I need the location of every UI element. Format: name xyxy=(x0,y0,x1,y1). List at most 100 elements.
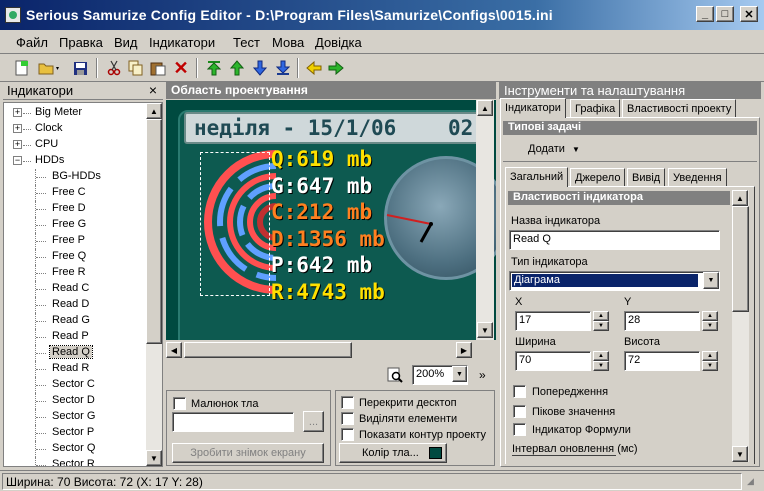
menu-view[interactable]: Вид xyxy=(114,35,138,50)
tree-item[interactable]: Sector R xyxy=(4,457,144,466)
tree-item[interactable]: Free P xyxy=(4,233,144,249)
canvas-vscroll[interactable]: ▲ ▼ xyxy=(476,100,494,340)
width-input[interactable]: 70 xyxy=(515,351,591,371)
tree-item[interactable]: Free R xyxy=(4,265,144,281)
tab-input[interactable]: Уведення xyxy=(668,168,727,187)
tree-item[interactable]: + Clock xyxy=(4,121,144,137)
move-top-icon[interactable] xyxy=(204,58,224,78)
tree-item[interactable]: Sector Q xyxy=(4,441,144,457)
tree-item[interactable]: Sector C xyxy=(4,377,144,393)
menu-file[interactable]: Файл xyxy=(16,35,48,50)
back-icon[interactable] xyxy=(304,58,324,78)
tree-item[interactable]: Sector P xyxy=(4,425,144,441)
expand-icon[interactable]: + xyxy=(13,108,22,117)
y-stepper[interactable]: ▲ ▼ xyxy=(702,311,718,331)
move-down-icon[interactable] xyxy=(250,58,270,78)
tab-general[interactable]: Загальний xyxy=(505,167,569,187)
tree-item[interactable]: Read Q xyxy=(4,345,144,361)
width-stepper[interactable]: ▲ ▼ xyxy=(593,351,609,371)
menu-indicators[interactable]: Індикатори xyxy=(149,35,215,50)
scroll-thumb[interactable] xyxy=(732,206,749,312)
tree-item[interactable]: Free G xyxy=(4,217,144,233)
design-canvas[interactable]: неділя - 15/1/06 02 Q:619 mb G:647 mb C:21… xyxy=(166,100,496,360)
expand-icon[interactable]: + xyxy=(13,124,22,133)
x-stepper[interactable]: ▲ ▼ xyxy=(593,311,609,331)
tree-item[interactable]: − HDDs xyxy=(4,153,144,169)
tree-item[interactable]: Free Q xyxy=(4,249,144,265)
y-input[interactable]: 28 xyxy=(624,311,700,331)
close-button[interactable]: ✕ xyxy=(740,6,758,22)
tree-item[interactable]: Read G xyxy=(4,313,144,329)
canvas-hscroll[interactable]: ◀ ▶ xyxy=(166,340,496,360)
tree-item[interactable]: Read P xyxy=(4,329,144,345)
tab-indicators[interactable]: Індикатори xyxy=(500,98,566,118)
chevron-down-icon[interactable]: ▼ xyxy=(703,272,719,289)
scroll-right-icon[interactable]: ▶ xyxy=(456,342,472,358)
move-up-icon[interactable] xyxy=(227,58,247,78)
selection-outline[interactable] xyxy=(200,152,270,296)
move-bottom-icon[interactable] xyxy=(273,58,293,78)
open-icon[interactable] xyxy=(36,58,64,78)
save-icon[interactable] xyxy=(70,58,90,78)
height-input[interactable]: 72 xyxy=(624,351,700,371)
stepper-down-icon[interactable]: ▼ xyxy=(593,361,609,371)
scroll-left-icon[interactable]: ◀ xyxy=(166,342,182,358)
expand-icon[interactable]: + xyxy=(13,140,22,149)
highlight-elements-checkbox[interactable] xyxy=(341,412,354,425)
paste-icon[interactable] xyxy=(148,58,168,78)
stepper-up-icon[interactable]: ▲ xyxy=(702,351,718,361)
zoom-select[interactable]: 200% ▼ xyxy=(412,365,468,385)
scroll-down-icon[interactable]: ▼ xyxy=(477,322,493,338)
formula-indicator-checkbox[interactable] xyxy=(513,423,526,436)
minimize-button[interactable]: _ xyxy=(696,6,714,22)
collapse-icon[interactable]: − xyxy=(13,156,22,165)
scroll-up-icon[interactable]: ▲ xyxy=(732,190,748,206)
maximize-button[interactable]: □ xyxy=(716,6,734,22)
copy-icon[interactable] xyxy=(126,58,146,78)
tree-item[interactable]: Sector D xyxy=(4,393,144,409)
overlap-desktop-checkbox[interactable] xyxy=(341,396,354,409)
new-icon[interactable] xyxy=(12,58,32,78)
warnings-checkbox[interactable] xyxy=(513,385,526,398)
tree-item[interactable]: Read C xyxy=(4,281,144,297)
x-input[interactable]: 17 xyxy=(515,311,591,331)
stepper-down-icon[interactable]: ▼ xyxy=(702,361,718,371)
height-stepper[interactable]: ▲ ▼ xyxy=(702,351,718,371)
properties-scrollbar[interactable]: ▲ ▼ xyxy=(732,190,749,462)
hscroll-thumb[interactable] xyxy=(184,342,352,358)
tree-scrollbar[interactable]: ▲ ▼ xyxy=(146,103,162,466)
indicator-type-select[interactable]: Діаграма ▼ xyxy=(509,271,720,291)
menu-help[interactable]: Довідка xyxy=(315,35,362,50)
tree-item[interactable]: + Big Meter xyxy=(4,105,144,121)
tree-item[interactable]: + CPU xyxy=(4,137,144,153)
chevron-down-icon[interactable]: ▼ xyxy=(452,366,467,382)
delete-icon[interactable]: ✕ xyxy=(171,58,191,78)
tree-item[interactable]: BG-HDDs xyxy=(4,169,144,185)
background-image-field[interactable] xyxy=(172,412,294,432)
tab-project-properties[interactable]: Властивості проекту xyxy=(622,99,737,118)
tree-item[interactable]: Free D xyxy=(4,201,144,217)
browse-button[interactable]: ... xyxy=(303,411,324,432)
scroll-thumb[interactable] xyxy=(146,119,162,344)
forward-icon[interactable] xyxy=(326,58,346,78)
tree-item[interactable]: Read D xyxy=(4,297,144,313)
menu-language[interactable]: Мова xyxy=(272,35,304,50)
scroll-up-icon[interactable]: ▲ xyxy=(477,100,493,116)
background-image-checkbox[interactable] xyxy=(173,397,186,410)
add-button[interactable]: Додати ▼ xyxy=(528,143,580,155)
menu-test[interactable]: Тест xyxy=(233,35,260,50)
toolbar-expand-icon[interactable]: » xyxy=(479,368,486,382)
tab-output[interactable]: Вивід xyxy=(627,168,666,187)
stepper-down-icon[interactable]: ▼ xyxy=(593,321,609,331)
zoom-icon[interactable] xyxy=(386,366,406,384)
scroll-down-icon[interactable]: ▼ xyxy=(732,446,748,462)
stepper-down-icon[interactable]: ▼ xyxy=(702,321,718,331)
show-outline-checkbox[interactable] xyxy=(341,428,354,441)
panel-close-icon[interactable]: × xyxy=(149,82,157,98)
indicator-name-input[interactable]: Read Q xyxy=(509,230,720,250)
stepper-up-icon[interactable]: ▲ xyxy=(702,311,718,321)
cut-icon[interactable] xyxy=(104,58,124,78)
tree-item[interactable]: Read R xyxy=(4,361,144,377)
tree-item[interactable]: Sector G xyxy=(4,409,144,425)
scroll-up-icon[interactable]: ▲ xyxy=(146,103,162,119)
